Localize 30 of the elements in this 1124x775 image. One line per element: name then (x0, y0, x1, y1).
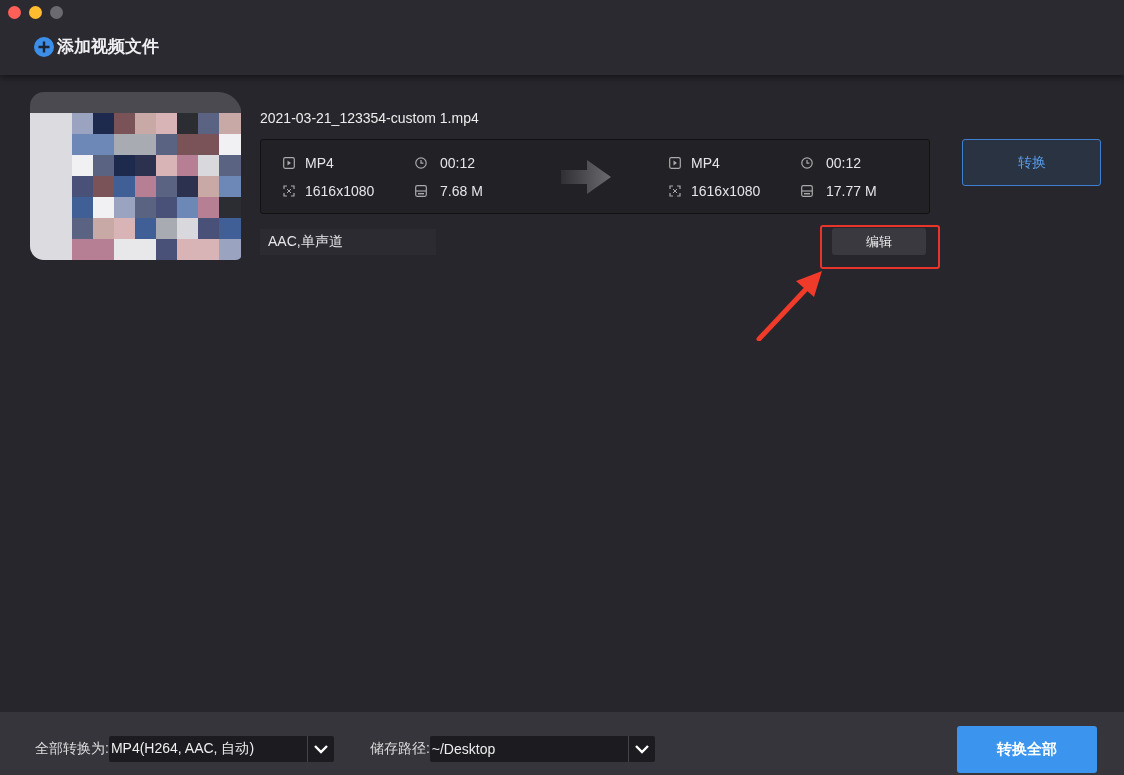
format-label: 全部转换为: (35, 739, 109, 758)
edit-button[interactable]: 编辑 (832, 228, 926, 255)
convert-button[interactable]: 转换 (962, 139, 1101, 186)
clock-icon (801, 156, 813, 169)
zoom-icon[interactable] (50, 6, 63, 19)
clock-icon (415, 156, 427, 169)
format-text: MP4 (305, 154, 335, 171)
minimize-icon[interactable] (29, 6, 42, 19)
resize-icon (283, 184, 295, 197)
plus-icon (34, 36, 54, 57)
duration-text: 00:12 (440, 154, 477, 171)
duration-text: 00:12 (826, 154, 863, 171)
arrow-icon (561, 159, 611, 194)
file-name: 2021-03-21_123354-custom 1.mp4 (260, 110, 480, 126)
add-video-button[interactable]: 添加视频文件 (34, 35, 159, 58)
file-size-text: 7.68 M (440, 182, 484, 199)
resolution-text: 1616x1080 (691, 182, 762, 199)
file-size-text: 17.77 M (826, 182, 878, 199)
play-icon (283, 156, 295, 169)
save-path-label: 储存路径: (369, 739, 430, 758)
chevron-down-icon (312, 743, 329, 754)
close-icon[interactable] (8, 6, 21, 19)
save-path-dropdown[interactable]: ~/Desktop (429, 735, 655, 762)
resize-icon (669, 184, 681, 197)
format-dropdown[interactable]: MP4(H264, AAC, 自动) (108, 735, 334, 762)
audio-info: AAC,单声道 (260, 228, 436, 255)
chevron-down-icon (633, 743, 650, 754)
resolution-text: 1616x1080 (305, 182, 376, 199)
play-icon (669, 156, 681, 169)
format-text: MP4 (691, 154, 721, 171)
